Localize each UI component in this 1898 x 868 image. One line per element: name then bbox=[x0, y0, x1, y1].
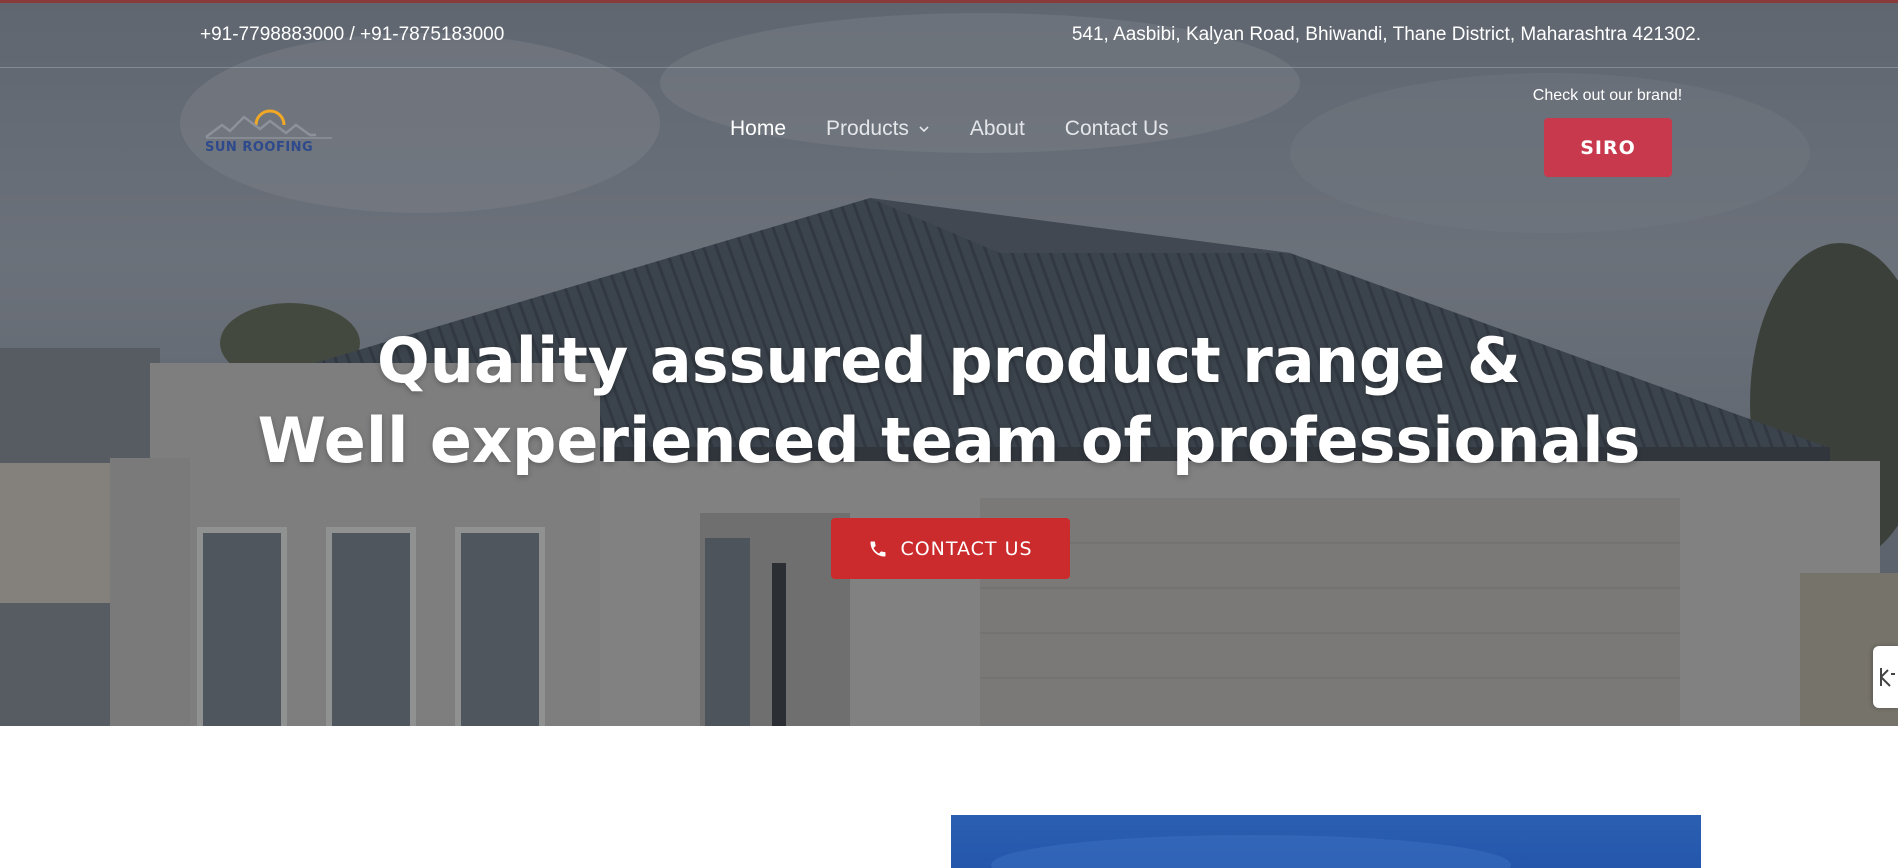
top-info-bar: +91-7798883000 / +91-7875183000 541, Aas… bbox=[0, 3, 1898, 68]
nav-item-products-label: Products bbox=[826, 117, 909, 140]
company-address: 541, Aasbibi, Kalyan Road, Bhiwandi, Tha… bbox=[1071, 24, 1701, 45]
sun-roofing-logo[interactable]: SUN ROOFING bbox=[204, 107, 334, 155]
nav-item-about-label: About bbox=[969, 117, 1025, 140]
sky-product-image-graphic bbox=[991, 835, 1511, 868]
hero-section: +91-7798883000 / +91-7875183000 541, Aas… bbox=[0, 0, 1898, 726]
contact-us-button[interactable]: CONTACT US bbox=[831, 518, 1070, 579]
contact-us-button-label: CONTACT US bbox=[900, 537, 1033, 560]
brand-promo-caption: Check out our brand! bbox=[1532, 87, 1683, 104]
nav-item-products[interactable]: Products bbox=[826, 117, 930, 141]
hero-headline-line-2: Well experienced team of professionals bbox=[257, 404, 1641, 477]
nav-item-contact-us[interactable]: Contact Us bbox=[1065, 117, 1169, 141]
hero-headline-line-1: Quality assured product range & bbox=[377, 324, 1521, 397]
chevron-down-icon bbox=[919, 126, 929, 133]
phone-icon bbox=[870, 541, 886, 556]
sun-roofing-logo-mark: SUN ROOFING bbox=[205, 109, 332, 155]
hero-headline: Quality assured product range & Well exp… bbox=[0, 321, 1898, 481]
main-navigation: Home Products About Contact Us bbox=[730, 117, 1169, 141]
svg-text:SUN ROOFING: SUN ROOFING bbox=[205, 140, 313, 155]
nav-item-about[interactable]: About bbox=[970, 117, 1025, 141]
nav-item-contact-us-label: Contact Us bbox=[1064, 117, 1169, 140]
accessibility-icon bbox=[1880, 668, 1895, 687]
nav-item-home[interactable]: Home bbox=[730, 117, 786, 141]
accessibility-side-tab[interactable] bbox=[1873, 646, 1898, 708]
nav-item-home-label: Home bbox=[730, 117, 787, 140]
brand-promo: Check out our brand! SIRO bbox=[1510, 87, 1705, 177]
siro-brand-button[interactable]: SIRO bbox=[1544, 118, 1672, 177]
contact-phone-numbers: +91-7798883000 / +91-7875183000 bbox=[200, 24, 505, 45]
sky-product-image bbox=[951, 815, 1701, 868]
